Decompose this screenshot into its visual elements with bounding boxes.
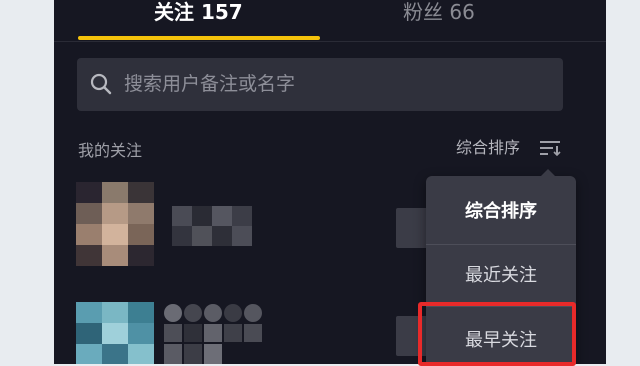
avatar[interactable] [76,182,154,266]
search-input[interactable] [124,70,544,98]
section-title: 我的关注 [78,141,143,160]
user-name [172,206,252,246]
active-tab-underline [78,36,320,40]
menu-divider [426,306,576,307]
search-bar[interactable] [77,58,563,111]
follow-status-button[interactable] [396,208,430,248]
sort-dropdown-menu: 综合排序 最近关注 最早关注 [426,169,576,364]
tab-following[interactable]: 关注 157 [154,0,243,30]
search-icon [90,73,112,95]
follow-status-button[interactable] [396,316,430,356]
avatar[interactable] [76,302,154,364]
tabs-divider [54,41,606,42]
sort-option-comprehensive[interactable]: 综合排序 [426,192,576,232]
user-name [164,304,270,364]
menu-divider [426,244,576,245]
sort-option-earliest[interactable]: 最早关注 [426,321,576,361]
sort-option-recent[interactable]: 最近关注 [426,256,576,296]
sort-lines-icon [540,141,561,156]
sort-toggle[interactable]: 综合排序 [456,135,561,161]
menu-pointer-arrow [540,169,556,177]
following-list-screen: 关注 157 粉丝 66 我的关注 综合排序 [54,0,606,364]
sort-toggle-label: 综合排序 [456,138,521,157]
tab-fans[interactable]: 粉丝 66 [403,0,475,30]
